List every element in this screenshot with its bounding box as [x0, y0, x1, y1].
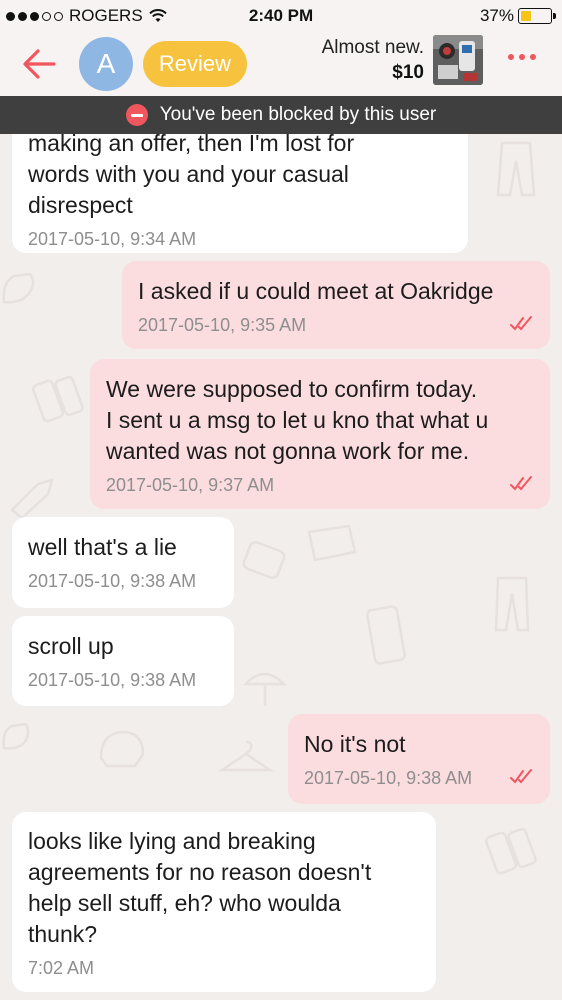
avatar[interactable]: A: [79, 37, 133, 91]
product-price: $10: [392, 62, 424, 83]
message-timestamp: 2017-05-10, 9:38 AM: [28, 670, 197, 690]
battery-icon: [518, 8, 556, 24]
message-text: looks like lying and breaking agreements…: [28, 826, 420, 950]
message-meta: 2017-05-10, 9:37 AM: [106, 474, 534, 496]
message-timestamp: 2017-05-10, 9:38 AM: [304, 768, 473, 788]
message-timestamp: 2017-05-10, 9:35 AM: [138, 315, 307, 335]
message-line: We were supposed to confirm today.: [106, 376, 478, 402]
message-text: making an offer, then I'm lost for words…: [28, 134, 452, 221]
message-meta: 2017-05-10, 9:38 AM: [304, 767, 534, 789]
message-line: scroll up: [28, 633, 114, 659]
message-bubble[interactable]: making an offer, then I'm lost for words…: [12, 134, 468, 253]
product-info[interactable]: Almost new. $10: [322, 36, 424, 86]
message-line: I asked if u could meet at Oakridge: [138, 278, 494, 304]
message-line: help sell stuff, eh? who woulda: [28, 890, 341, 916]
message-bubble[interactable]: well that's a lie 2017-05-10, 9:38 AM: [12, 517, 234, 608]
wallet-doodle-icon: [307, 524, 357, 562]
double-check-icon: [510, 476, 532, 491]
jeans-doodle-icon: [494, 576, 530, 632]
trumpet-doodle-icon: [10, 478, 54, 520]
message-line: well that's a lie: [28, 534, 177, 560]
toy-doodle-icon: [31, 375, 84, 423]
message-text: scroll up: [28, 631, 218, 662]
message-bubble[interactable]: I asked if u could meet at Oakridge 2017…: [122, 261, 550, 349]
message-line: disrespect: [28, 192, 133, 218]
message-text: I asked if u could meet at Oakridge: [138, 276, 534, 307]
product-image: [433, 35, 483, 85]
phone-doodle-icon: [366, 605, 406, 665]
message-line: No it's not: [304, 731, 406, 757]
message-line: words with you and your casual: [28, 161, 349, 187]
message-timestamp: 2017-05-10, 9:38 AM: [28, 571, 197, 591]
status-time: 2:40 PM: [248, 6, 314, 25]
review-button[interactable]: Review: [143, 41, 247, 87]
product-title: Almost new.: [321, 37, 424, 58]
helmet-doodle-icon: [99, 730, 145, 768]
message-line: I sent u a msg to let u kno that what u: [106, 407, 489, 433]
message-line: looks like lying and breaking: [28, 828, 316, 854]
hanger-doodle-icon: [218, 740, 274, 772]
blocked-banner: You've been blocked by this user: [0, 96, 562, 134]
product-thumbnail[interactable]: [433, 35, 483, 85]
message-bubble[interactable]: No it's not 2017-05-10, 9:38 AM: [288, 714, 550, 804]
battery-group: 37%: [479, 6, 556, 26]
message-line: agreements for no reason doesn't: [28, 859, 372, 885]
tv-doodle-icon: [242, 541, 286, 579]
arrow-left-icon: [23, 49, 56, 79]
more-dots-icon: [508, 54, 514, 60]
block-icon: [125, 104, 148, 126]
message-meta: 2017-05-10, 9:35 AM: [138, 314, 534, 336]
message-timestamp: 2017-05-10, 9:37 AM: [106, 475, 275, 495]
more-options-button[interactable]: [508, 54, 536, 60]
blocked-banner-text: You've been blocked by this user: [159, 104, 437, 125]
message-bubble[interactable]: We were supposed to confirm today. I sen…: [90, 359, 550, 509]
toy-doodle-icon: [484, 827, 537, 875]
battery-percent: 37%: [479, 6, 514, 25]
message-timestamp: 7:02 AM: [28, 958, 95, 978]
message-timestamp: 2017-05-10, 9:34 AM: [28, 229, 197, 249]
message-bubble[interactable]: scroll up 2017-05-10, 9:38 AM: [12, 616, 234, 706]
back-button[interactable]: [20, 44, 60, 84]
hand-doodle-icon: [2, 722, 30, 750]
message-line: making an offer, then I'm lost for: [28, 134, 355, 156]
pants-doodle-icon: [496, 141, 536, 197]
hand-doodle-icon: [2, 272, 35, 304]
status-bar: ROGERS 2:40 PM 37%: [0, 0, 562, 32]
umbrella-doodle-icon: [243, 672, 288, 706]
double-check-icon: [510, 316, 532, 331]
chat-header: A Review Almost new. $10: [0, 32, 562, 96]
double-check-icon: [510, 769, 532, 784]
message-text: We were supposed to confirm today. I sen…: [106, 374, 534, 467]
chat-area[interactable]: making an offer, then I'm lost for words…: [0, 134, 562, 1000]
message-line: thunk?: [28, 921, 98, 947]
message-line: wanted was not gonna work for me.: [106, 438, 470, 464]
message-text: well that's a lie: [28, 532, 218, 563]
message-bubble[interactable]: looks like lying and breaking agreements…: [12, 812, 436, 992]
message-text: No it's not: [304, 729, 534, 760]
